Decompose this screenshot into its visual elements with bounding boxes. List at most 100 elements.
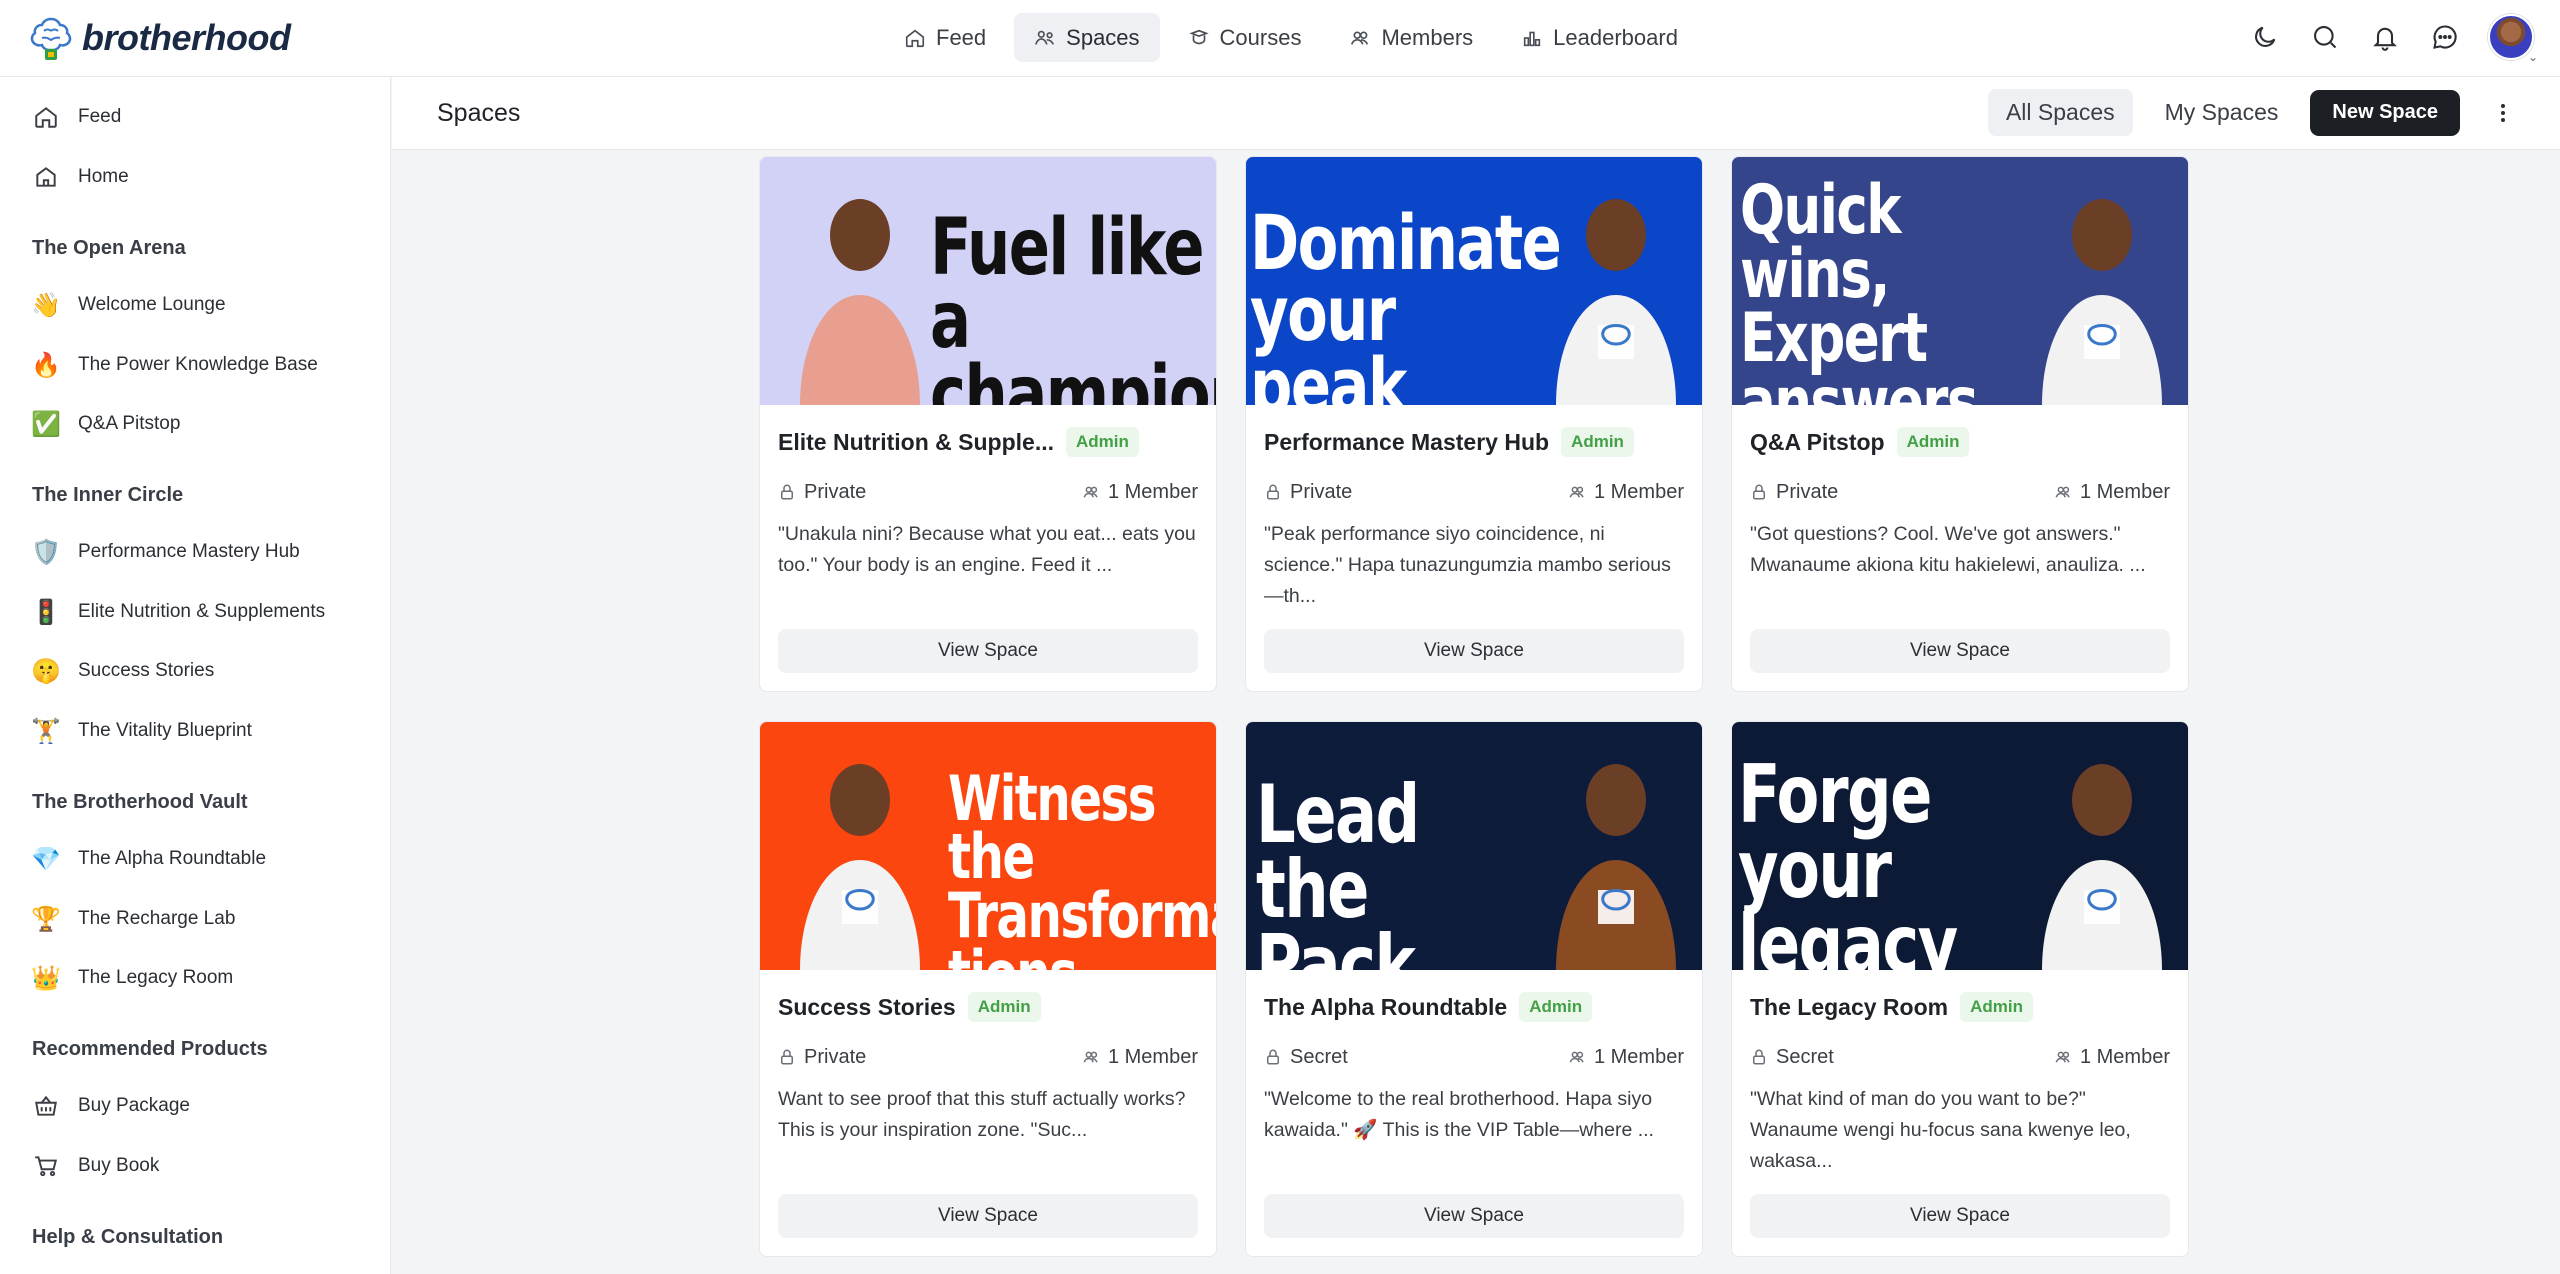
sidebar-item-success-stories[interactable]: 🤫 Success Stories <box>31 651 214 691</box>
member-count: 1 Member <box>2054 1046 2170 1069</box>
sidebar-item-label: The Alpha Roundtable <box>78 848 267 869</box>
brand-logo[interactable]: brotherhood <box>26 12 291 64</box>
privacy-status: Secret <box>1750 1046 1834 1069</box>
space-title[interactable]: Elite Nutrition & Supple... <box>778 429 1054 456</box>
view-space-button[interactable]: View Space <box>778 1194 1198 1238</box>
view-space-button[interactable]: View Space <box>778 629 1198 673</box>
space-title[interactable]: The Alpha Roundtable <box>1264 994 1507 1021</box>
view-space-button[interactable]: View Space <box>1750 1194 2170 1238</box>
sidebar-item-qa-pitstop[interactable]: ✅ Q&A Pitstop <box>31 404 180 444</box>
tab-all-spaces[interactable]: All Spaces <box>1987 89 2133 136</box>
card-title-row: Performance Mastery Hub Admin <box>1264 427 1634 457</box>
banner-headline: Dominate your peak <box>1250 198 1562 405</box>
member-count-label: 1 Member <box>1593 480 1684 503</box>
sidebar-item-welcome-lounge[interactable]: 👋 Welcome Lounge <box>31 285 225 325</box>
messages-button[interactable] <box>2428 20 2462 54</box>
basket-icon <box>32 1092 60 1120</box>
space-title[interactable]: The Legacy Room <box>1750 994 1948 1021</box>
lock-icon <box>781 1049 793 1065</box>
search-icon <box>2314 26 2337 49</box>
space-title[interactable]: Success Stories <box>778 994 956 1021</box>
new-space-button[interactable]: New Space <box>2310 89 2460 136</box>
sidebar-item-performance-mastery-hub[interactable]: 🛡️ Performance Mastery Hub <box>31 532 300 572</box>
sidebar-section-title: The Brotherhood Vault <box>32 791 248 813</box>
space-description: "Peak performance siyo coincidence, ni s… <box>1264 523 1671 607</box>
space-title[interactable]: Q&A Pitstop <box>1750 429 1885 456</box>
space-title[interactable]: Performance Mastery Hub <box>1264 429 1549 456</box>
space-meta: Private 1 Member <box>778 1043 1198 1071</box>
space-card[interactable]: Forge your legacy The Legacy Room Admin … <box>1731 721 2189 1257</box>
member-count: 1 Member <box>1568 1046 1684 1069</box>
view-space-button[interactable]: View Space <box>1264 1194 1684 1238</box>
dark-mode-toggle[interactable] <box>2248 20 2282 54</box>
admin-badge: Admin <box>1561 427 1634 457</box>
sidebar-item-buy-book[interactable]: Buy Book <box>32 1146 159 1186</box>
lock-icon <box>1753 1049 1765 1065</box>
traffic-light-icon: 🚦 <box>31 598 61 626</box>
member-count-label: 1 Member <box>1107 1045 1198 1068</box>
nav-spaces[interactable]: Spaces <box>1014 13 1160 62</box>
chat-icon <box>2433 25 2457 49</box>
member-count: 1 Member <box>1082 1046 1198 1069</box>
person-photo <box>800 199 920 405</box>
space-card[interactable]: Lead the Pack The Alpha Roundtable Admin… <box>1245 721 1703 1257</box>
sidebar-item-label: The Legacy Room <box>78 967 234 988</box>
gem-icon: 💎 <box>31 845 61 873</box>
card-title-row: The Alpha Roundtable Admin <box>1264 992 1593 1022</box>
search-button[interactable] <box>2308 20 2342 54</box>
sidebar-item-label: Performance Mastery Hub <box>78 541 300 562</box>
view-space-button[interactable]: View Space <box>1264 629 1684 673</box>
nav-courses-label: Courses <box>1219 24 1302 50</box>
person-photo <box>1556 764 1676 970</box>
cart-icon <box>32 1152 60 1180</box>
sidebar-item-recharge-lab[interactable]: 🏆 The Recharge Lab <box>31 899 235 939</box>
brain-logo-icon <box>30 17 72 60</box>
lock-icon <box>781 484 793 500</box>
space-banner-image: Witness the Transforma tions <box>760 722 1216 970</box>
home-icon <box>32 103 60 131</box>
space-meta: Private 1 Member <box>778 478 1198 506</box>
member-count-label: 1 Member <box>2079 1045 2170 1068</box>
space-card[interactable]: Witness the Transforma tions Success Sto… <box>759 721 1217 1257</box>
user-avatar[interactable]: ⌄ <box>2488 14 2538 64</box>
sidebar-item-label: Buy Package <box>78 1095 190 1116</box>
sidebar-item-feed[interactable]: Feed <box>32 97 121 137</box>
fire-icon: 🔥 <box>31 351 61 379</box>
page-title: Spaces <box>437 99 521 127</box>
person-photo <box>2042 199 2162 405</box>
privacy-label: Private <box>804 480 867 503</box>
sidebar-item-legacy-room[interactable]: 👑 The Legacy Room <box>31 958 234 998</box>
banner-headline: Fuel like a champion <box>930 203 1216 405</box>
lock-icon <box>1267 484 1279 500</box>
sidebar-item-vitality-blueprint[interactable]: 🏋️ The Vitality Blueprint <box>31 711 252 751</box>
sidebar-item-power-knowledge-base[interactable]: 🔥 The Power Knowledge Base <box>31 345 318 385</box>
sidebar-item-alpha-roundtable[interactable]: 💎 The Alpha Roundtable <box>31 839 267 879</box>
nav-members-label: Members <box>1381 24 1474 50</box>
view-space-button[interactable]: View Space <box>1750 629 2170 673</box>
shushing-face-icon: 🤫 <box>31 657 61 685</box>
space-meta: Private 1 Member <box>1264 478 1684 506</box>
nav-courses[interactable]: Courses <box>1168 13 1322 62</box>
sidebar-item-label: The Vitality Blueprint <box>78 720 252 741</box>
sidebar-item-buy-package[interactable]: Buy Package <box>32 1086 190 1126</box>
moon-icon <box>2255 26 2276 47</box>
crown-icon: 👑 <box>31 964 61 992</box>
space-card[interactable]: Dominate your peak Performance Mastery H… <box>1245 156 1703 692</box>
privacy-label: Private <box>1776 480 1839 503</box>
space-card[interactable]: Quick wins, Expert answers Q&A Pitstop A… <box>1731 156 2189 692</box>
space-meta: Secret 1 Member <box>1750 1043 2170 1071</box>
nav-feed[interactable]: Feed <box>884 13 1006 62</box>
tab-my-spaces[interactable]: My Spaces <box>2147 89 2297 136</box>
more-options-icon[interactable] <box>2488 93 2518 133</box>
house-icon <box>32 163 60 191</box>
sidebar-item-home[interactable]: Home <box>32 157 129 197</box>
notifications-button[interactable] <box>2368 20 2402 54</box>
sidebar-item-elite-nutrition[interactable]: 🚦 Elite Nutrition & Supplements <box>31 592 325 632</box>
nav-spaces-label: Spaces <box>1066 24 1140 50</box>
nav-members[interactable]: Members <box>1329 13 1493 62</box>
privacy-status: Private <box>1750 481 1838 504</box>
nav-leaderboard[interactable]: Leaderboard <box>1501 13 1698 62</box>
members-icon <box>2055 486 2070 498</box>
admin-badge: Admin <box>1519 992 1593 1022</box>
space-card[interactable]: Fuel like a champion Elite Nutrition & S… <box>759 156 1217 692</box>
